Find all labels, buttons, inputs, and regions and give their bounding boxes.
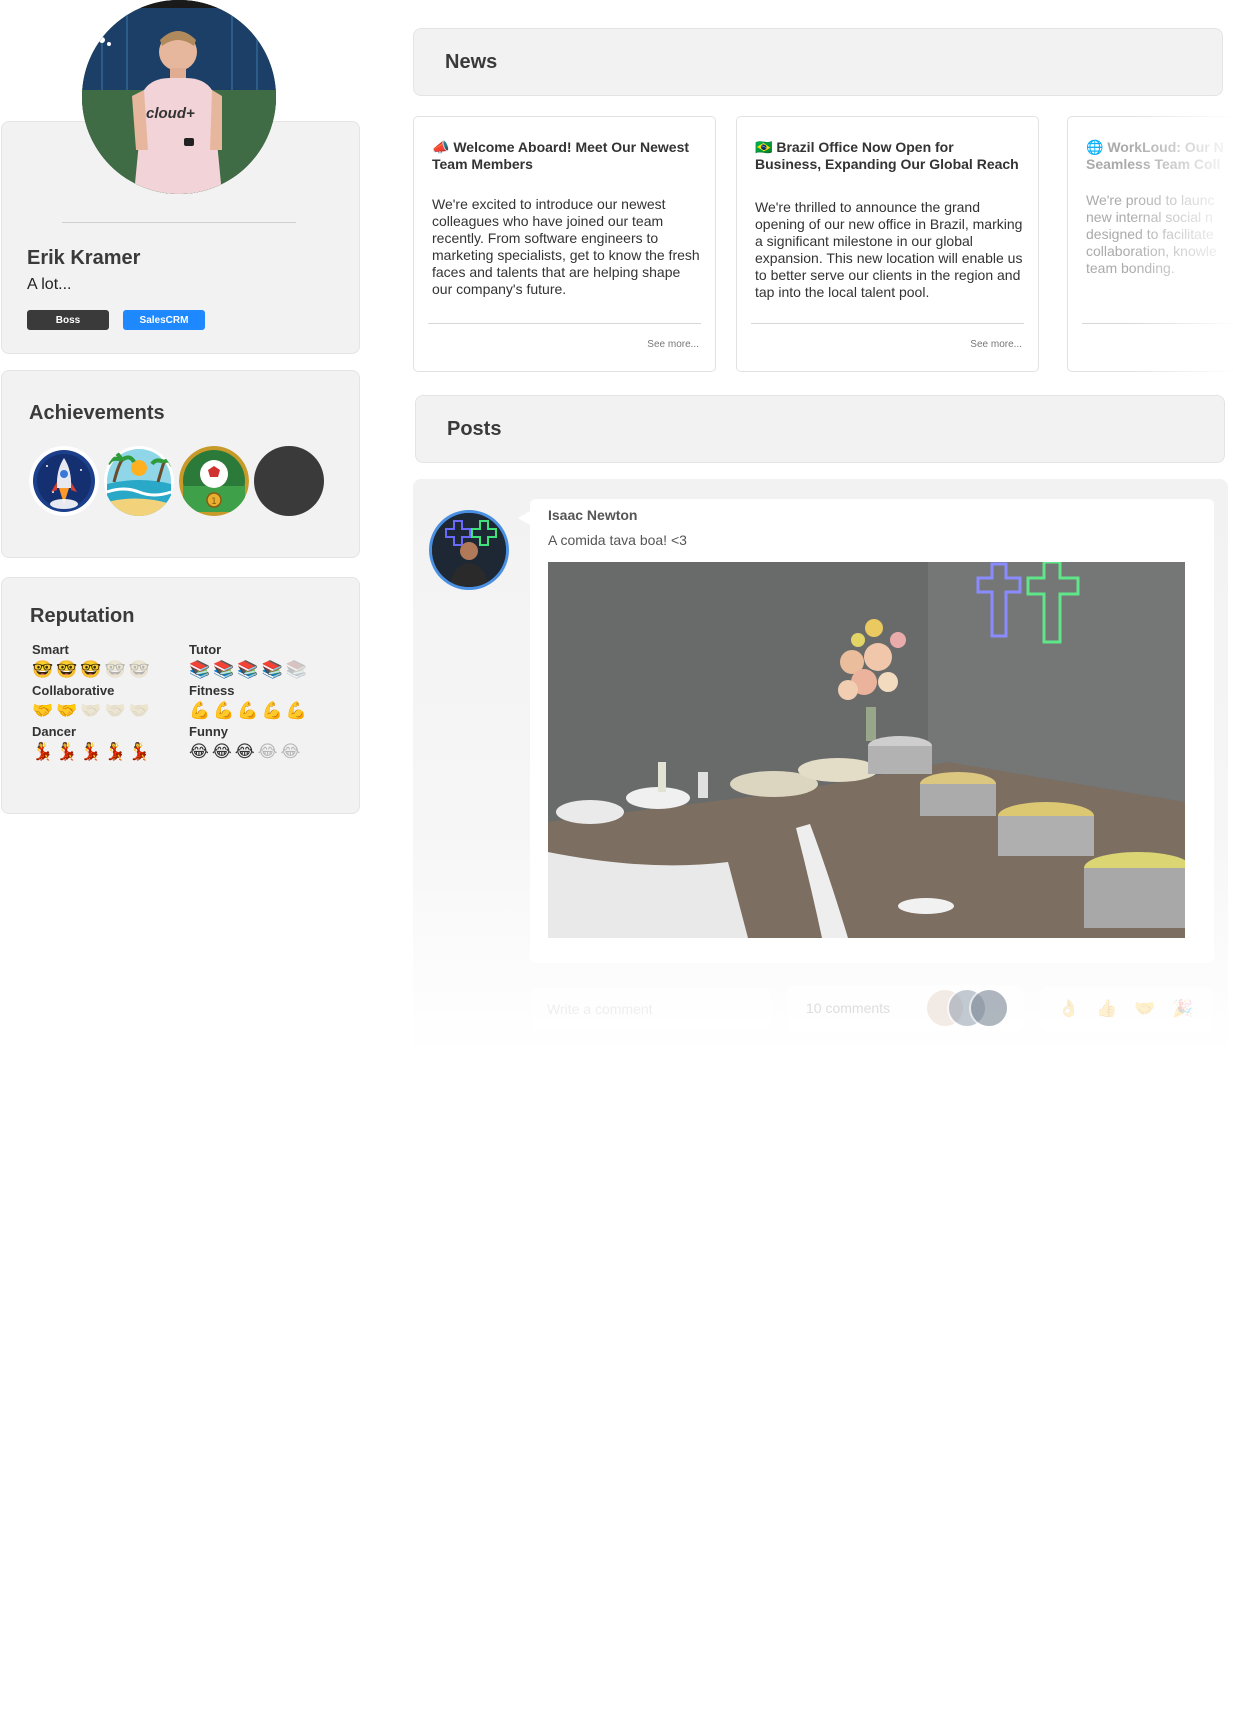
reputation-point-icon: 😂 (234, 742, 255, 762)
reputation-point-icon: 📚 (189, 660, 211, 680)
reputation-funny: Funny 😂 😂 😂 😂 😂 (189, 724, 300, 762)
reputation-point-icon: 💪 (189, 701, 211, 721)
reputation-label: Funny (189, 724, 228, 739)
reputation-meter: 🤓 🤓 🤓 🤓 🤓 (32, 660, 150, 680)
profile-bio: A lot... (27, 276, 72, 293)
news-title: News (445, 51, 498, 73)
reputation-meter: 💪 💪 💪 💪 💪 (189, 701, 307, 721)
profile-divider (62, 222, 296, 223)
comment-input[interactable] (531, 988, 771, 1030)
reputation-smart: Smart 🤓 🤓 🤓 🤓 🤓 (32, 642, 150, 680)
post-image[interactable] (548, 562, 1185, 938)
reputation-point-icon: 📚 (237, 660, 259, 680)
reputation-label: Dancer (32, 724, 77, 739)
see-more-link[interactable]: See more... (970, 339, 1022, 350)
svg-text:1: 1 (211, 497, 217, 507)
news-card-divider (428, 323, 701, 324)
ok-hand-reaction-icon[interactable]: 👌 (1058, 999, 1079, 1019)
news-card-body: We're thrilled to announce the grand ope… (755, 199, 1023, 300)
reputation-point-icon: 🤝 (128, 701, 150, 721)
reputation-point-icon: 😂 (211, 742, 232, 762)
reputation-point-icon: 💃 (104, 742, 126, 762)
news-card[interactable]: 📣 Welcome Aboard! Meet Our Newest Team M… (413, 116, 716, 372)
achievements-title: Achievements (29, 402, 165, 424)
tag-boss[interactable]: Boss (27, 310, 109, 330)
reputation-point-icon: 🤝 (32, 701, 54, 721)
news-card-divider (751, 323, 1024, 324)
megaphone-icon: 📣 (432, 139, 450, 155)
reputation-point-icon: 💪 (213, 701, 235, 721)
post-author-name[interactable]: Isaac Newton (548, 507, 637, 523)
reputation-point-icon: 😂 (257, 742, 278, 762)
reputation-meter: 🤝 🤝 🤝 🤝 🤝 (32, 701, 150, 721)
reputation-tutor: Tutor 📚 📚 📚 📚 📚 (189, 642, 307, 680)
reputation-label: Fitness (189, 683, 235, 698)
news-card-title: 📣 Welcome Aboard! Meet Our Newest Team M… (432, 139, 690, 172)
reputation-point-icon: 🤝 (56, 701, 78, 721)
reputation-point-icon: 📚 (261, 660, 283, 680)
news-card-body: We're excited to introduce our newest co… (432, 196, 700, 297)
reputation-point-icon: 💃 (32, 742, 54, 762)
reputation-point-icon: 💃 (56, 742, 78, 762)
reactions-bar: 👌 👍 🤝 🎉 (1040, 987, 1212, 1031)
reputation-point-icon: 💪 (237, 701, 259, 721)
reputation-point-icon: 🤓 (56, 660, 78, 680)
profile-name: Erik Kramer (27, 247, 141, 269)
globe-icon: 🌐 (1086, 139, 1104, 155)
reputation-point-icon: 😂 (280, 742, 301, 762)
brazil-flag-icon: 🇧🇷 (755, 139, 773, 155)
soccer-badge-icon[interactable]: 1 (179, 446, 249, 516)
reputation-point-icon: 📚 (213, 660, 235, 680)
rocket-badge-icon[interactable] (29, 446, 99, 516)
reputation-point-icon: 😂 (189, 742, 209, 762)
news-card[interactable]: 🇧🇷 Brazil Office Now Open for Business, … (736, 116, 1039, 372)
reputation-point-icon: 🤝 (80, 701, 102, 721)
reputation-label: Smart (32, 642, 69, 657)
post-bubble-pointer (518, 511, 530, 525)
posts-title: Posts (447, 418, 502, 440)
locked-badge-icon[interactable] (254, 446, 324, 516)
reputation-point-icon: 💃 (80, 742, 102, 762)
reputation-point-icon: 🤓 (104, 660, 126, 680)
party-reaction-icon[interactable]: 🎉 (1172, 999, 1193, 1019)
posts-header (415, 395, 1225, 463)
post-text: A comida tava boa! <3 (548, 532, 687, 548)
reputation-point-icon: 💪 (261, 701, 283, 721)
comments-count[interactable]: 10 comments (806, 1000, 890, 1016)
handshake-reaction-icon[interactable]: 🤝 (1134, 999, 1155, 1019)
news-header (413, 28, 1223, 96)
reputation-point-icon: 💃 (128, 742, 150, 762)
reputation-point-icon: 🤓 (32, 660, 54, 680)
reputation-label: Tutor (189, 642, 222, 657)
reputation-label: Collaborative (32, 683, 115, 698)
news-card-title: 🇧🇷 Brazil Office Now Open for Business, … (755, 139, 1019, 172)
beach-badge-icon[interactable] (104, 446, 174, 516)
reputation-title: Reputation (30, 605, 135, 627)
reputation-collaborative: Collaborative 🤝 🤝 🤝 🤝 🤝 (32, 683, 150, 721)
post-author-avatar[interactable] (429, 510, 509, 590)
reputation-meter: 📚 📚 📚 📚 📚 (189, 660, 307, 680)
tag-salescrm[interactable]: SalesCRM (123, 310, 205, 330)
thumbs-up-reaction-icon[interactable]: 👍 (1096, 999, 1117, 1019)
reputation-point-icon: 📚 (285, 660, 307, 680)
see-more-link[interactable]: See more... (647, 339, 699, 350)
reputation-point-icon: 🤓 (80, 660, 102, 680)
reputation-fitness: Fitness 💪 💪 💪 💪 💪 (189, 683, 307, 721)
reputation-point-icon: 💪 (285, 701, 307, 721)
reputation-point-icon: 🤓 (128, 660, 150, 680)
reputation-meter: 💃 💃 💃 💃 💃 (32, 742, 150, 762)
news-scroll-fade (1130, 110, 1233, 380)
commenter-avatar[interactable] (969, 988, 1009, 1028)
shirt-logo-text: cloud+ (146, 105, 195, 122)
reputation-meter: 😂 😂 😂 😂 😂 (189, 742, 300, 762)
reputation-dancer: Dancer 💃 💃 💃 💃 💃 (32, 724, 150, 762)
reputation-point-icon: 🤝 (104, 701, 126, 721)
profile-avatar[interactable]: cloud+ (82, 0, 276, 194)
